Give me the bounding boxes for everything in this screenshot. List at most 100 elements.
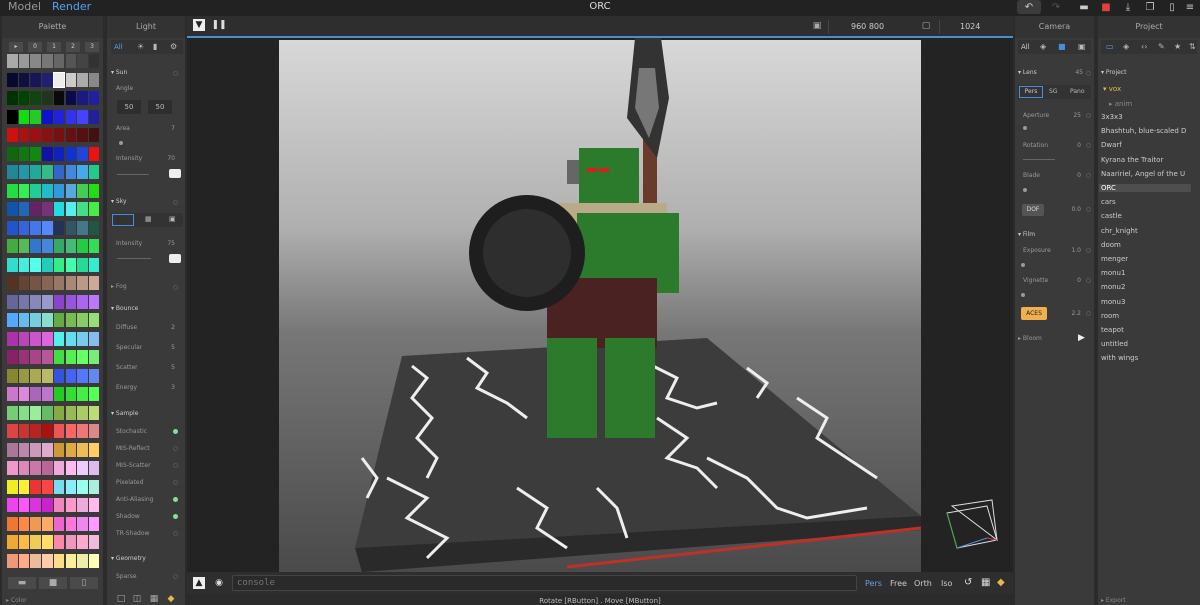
palette-swatch[interactable] [18, 54, 30, 68]
console-input[interactable] [232, 575, 857, 591]
palette-swatch[interactable] [30, 424, 41, 438]
palette-swatch[interactable] [65, 72, 76, 87]
palette-swatch[interactable] [42, 516, 53, 531]
project-file-item[interactable]: menger [1101, 255, 1193, 263]
palette-tab[interactable]: 3 [85, 42, 99, 52]
palette-swatch[interactable] [30, 165, 41, 179]
palette-swatch[interactable] [77, 535, 88, 549]
pause-button[interactable]: ❚❚ [211, 19, 226, 31]
palette-swatch[interactable] [42, 54, 53, 68]
project-file-item[interactable]: cars [1101, 198, 1193, 206]
palette-swatch[interactable] [53, 313, 65, 327]
sample-option-toggle[interactable] [173, 480, 178, 485]
palette-swatch[interactable] [53, 54, 65, 68]
view-single-icon[interactable]: □ [116, 594, 126, 604]
palette-swatch[interactable] [18, 368, 30, 383]
palette-swatch[interactable] [30, 498, 41, 512]
project-file-item[interactable]: Naaririel, Angel of the U [1101, 170, 1193, 178]
cube-icon[interactable]: ◈ [1040, 42, 1046, 51]
palette-swatch[interactable] [42, 91, 53, 105]
angle-input-a[interactable]: 50 [117, 100, 141, 114]
angle-input-b[interactable]: 50 [148, 100, 172, 114]
aces-toggle[interactable] [1086, 311, 1091, 316]
palette-swatch[interactable] [30, 387, 41, 401]
palette-swatch[interactable] [77, 368, 88, 383]
video-camera-icon[interactable]: ■ [1058, 42, 1066, 51]
anim-folder[interactable]: ▸ anim [1109, 100, 1132, 108]
save-button[interactable]: ■ [1094, 0, 1118, 14]
palette-swatch[interactable] [77, 257, 88, 272]
light-filter-all[interactable]: All [114, 43, 123, 51]
dof-toggle[interactable] [1086, 207, 1091, 212]
aperture-toggle[interactable] [1086, 113, 1091, 118]
palette-swatch[interactable] [88, 350, 100, 364]
palette-tab[interactable]: 2 [66, 42, 80, 52]
palette-swatch[interactable] [53, 442, 65, 457]
star-icon[interactable]: ★ [1174, 42, 1181, 51]
project-file-item[interactable]: ORC [1099, 184, 1191, 192]
palette-swatch[interactable] [7, 294, 18, 309]
blade-slider[interactable] [1023, 188, 1027, 192]
palette-swatch[interactable] [7, 350, 18, 364]
palette-swatch[interactable] [65, 239, 76, 253]
palette-swatch[interactable] [30, 239, 41, 253]
palette-swatch[interactable] [18, 405, 30, 420]
view-grid-icon[interactable]: ▦ [149, 594, 159, 604]
project-file-item[interactable]: monu3 [1101, 298, 1193, 306]
palette-swatch[interactable] [42, 535, 53, 549]
palette-swatch[interactable] [30, 109, 41, 124]
palette-swatch[interactable] [53, 387, 65, 401]
palette-swatch[interactable] [53, 146, 65, 161]
palette-swatch[interactable] [42, 128, 53, 142]
fog-toggle[interactable] [173, 285, 178, 290]
palette-swatch[interactable] [18, 72, 30, 87]
projection-iso[interactable]: Iso [941, 579, 952, 588]
palette-swatch[interactable] [77, 109, 88, 124]
project-file-item[interactable]: chr_knight [1101, 227, 1193, 235]
palette-swatch[interactable] [7, 54, 18, 68]
cube-icon[interactable]: ◆ [997, 577, 1005, 588]
palette-swatch[interactable] [77, 146, 88, 161]
folder-icon[interactable]: ▭ [1106, 42, 1114, 51]
sky-mode-uniform[interactable] [112, 214, 134, 226]
palette-swatch[interactable] [77, 350, 88, 364]
palette-swatch[interactable] [77, 165, 88, 179]
palette-swatch[interactable] [30, 442, 41, 457]
bloom-section[interactable]: ▸ Bloom [1018, 335, 1042, 342]
palette-swatch[interactable] [30, 183, 41, 198]
palette-swatch[interactable] [88, 313, 100, 327]
gear-icon[interactable]: ⚙ [170, 42, 177, 51]
palette-swatch[interactable] [77, 54, 88, 68]
palette-swatch[interactable] [18, 313, 30, 327]
palette-swatch[interactable] [65, 387, 76, 401]
palette-swatch[interactable] [30, 220, 41, 235]
palette-swatch[interactable] [88, 257, 100, 272]
sun-filter-icon[interactable]: ☀ [137, 42, 144, 51]
area-slider[interactable] [119, 141, 123, 145]
palette-swatch[interactable] [88, 368, 100, 383]
palette-swatch[interactable] [88, 535, 100, 549]
image-button[interactable]: ▣ [811, 20, 823, 32]
palette-swatch[interactable] [65, 405, 76, 420]
exposure-toggle[interactable] [1086, 248, 1091, 253]
palette-swatch[interactable] [30, 405, 41, 420]
aperture-slider[interactable] [1023, 126, 1027, 130]
palette-tab[interactable]: ▸ [9, 42, 23, 52]
palette-swatch[interactable] [88, 276, 100, 290]
palette-swatch[interactable] [53, 165, 65, 179]
sample-option-toggle[interactable] [173, 446, 178, 451]
palette-swatch[interactable] [53, 479, 65, 494]
palette-swatch[interactable] [30, 516, 41, 531]
rotation-toggle[interactable] [1086, 143, 1091, 148]
palette-swatch[interactable] [88, 516, 100, 531]
project-file-item[interactable]: monu1 [1101, 269, 1193, 277]
palette-open-button[interactable]: ▬ [8, 577, 36, 589]
palette-swatch[interactable] [65, 479, 76, 494]
palette-swatch[interactable] [88, 553, 100, 568]
resolution-readout[interactable]: 960 800 [851, 22, 884, 31]
sort-icon[interactable]: ⇅ [1189, 42, 1196, 51]
palette-swatch[interactable] [53, 109, 65, 124]
palette-swatch[interactable] [88, 239, 100, 253]
view-box-icon[interactable]: ◆ [166, 594, 176, 604]
rendered-scene[interactable] [187, 38, 1013, 572]
